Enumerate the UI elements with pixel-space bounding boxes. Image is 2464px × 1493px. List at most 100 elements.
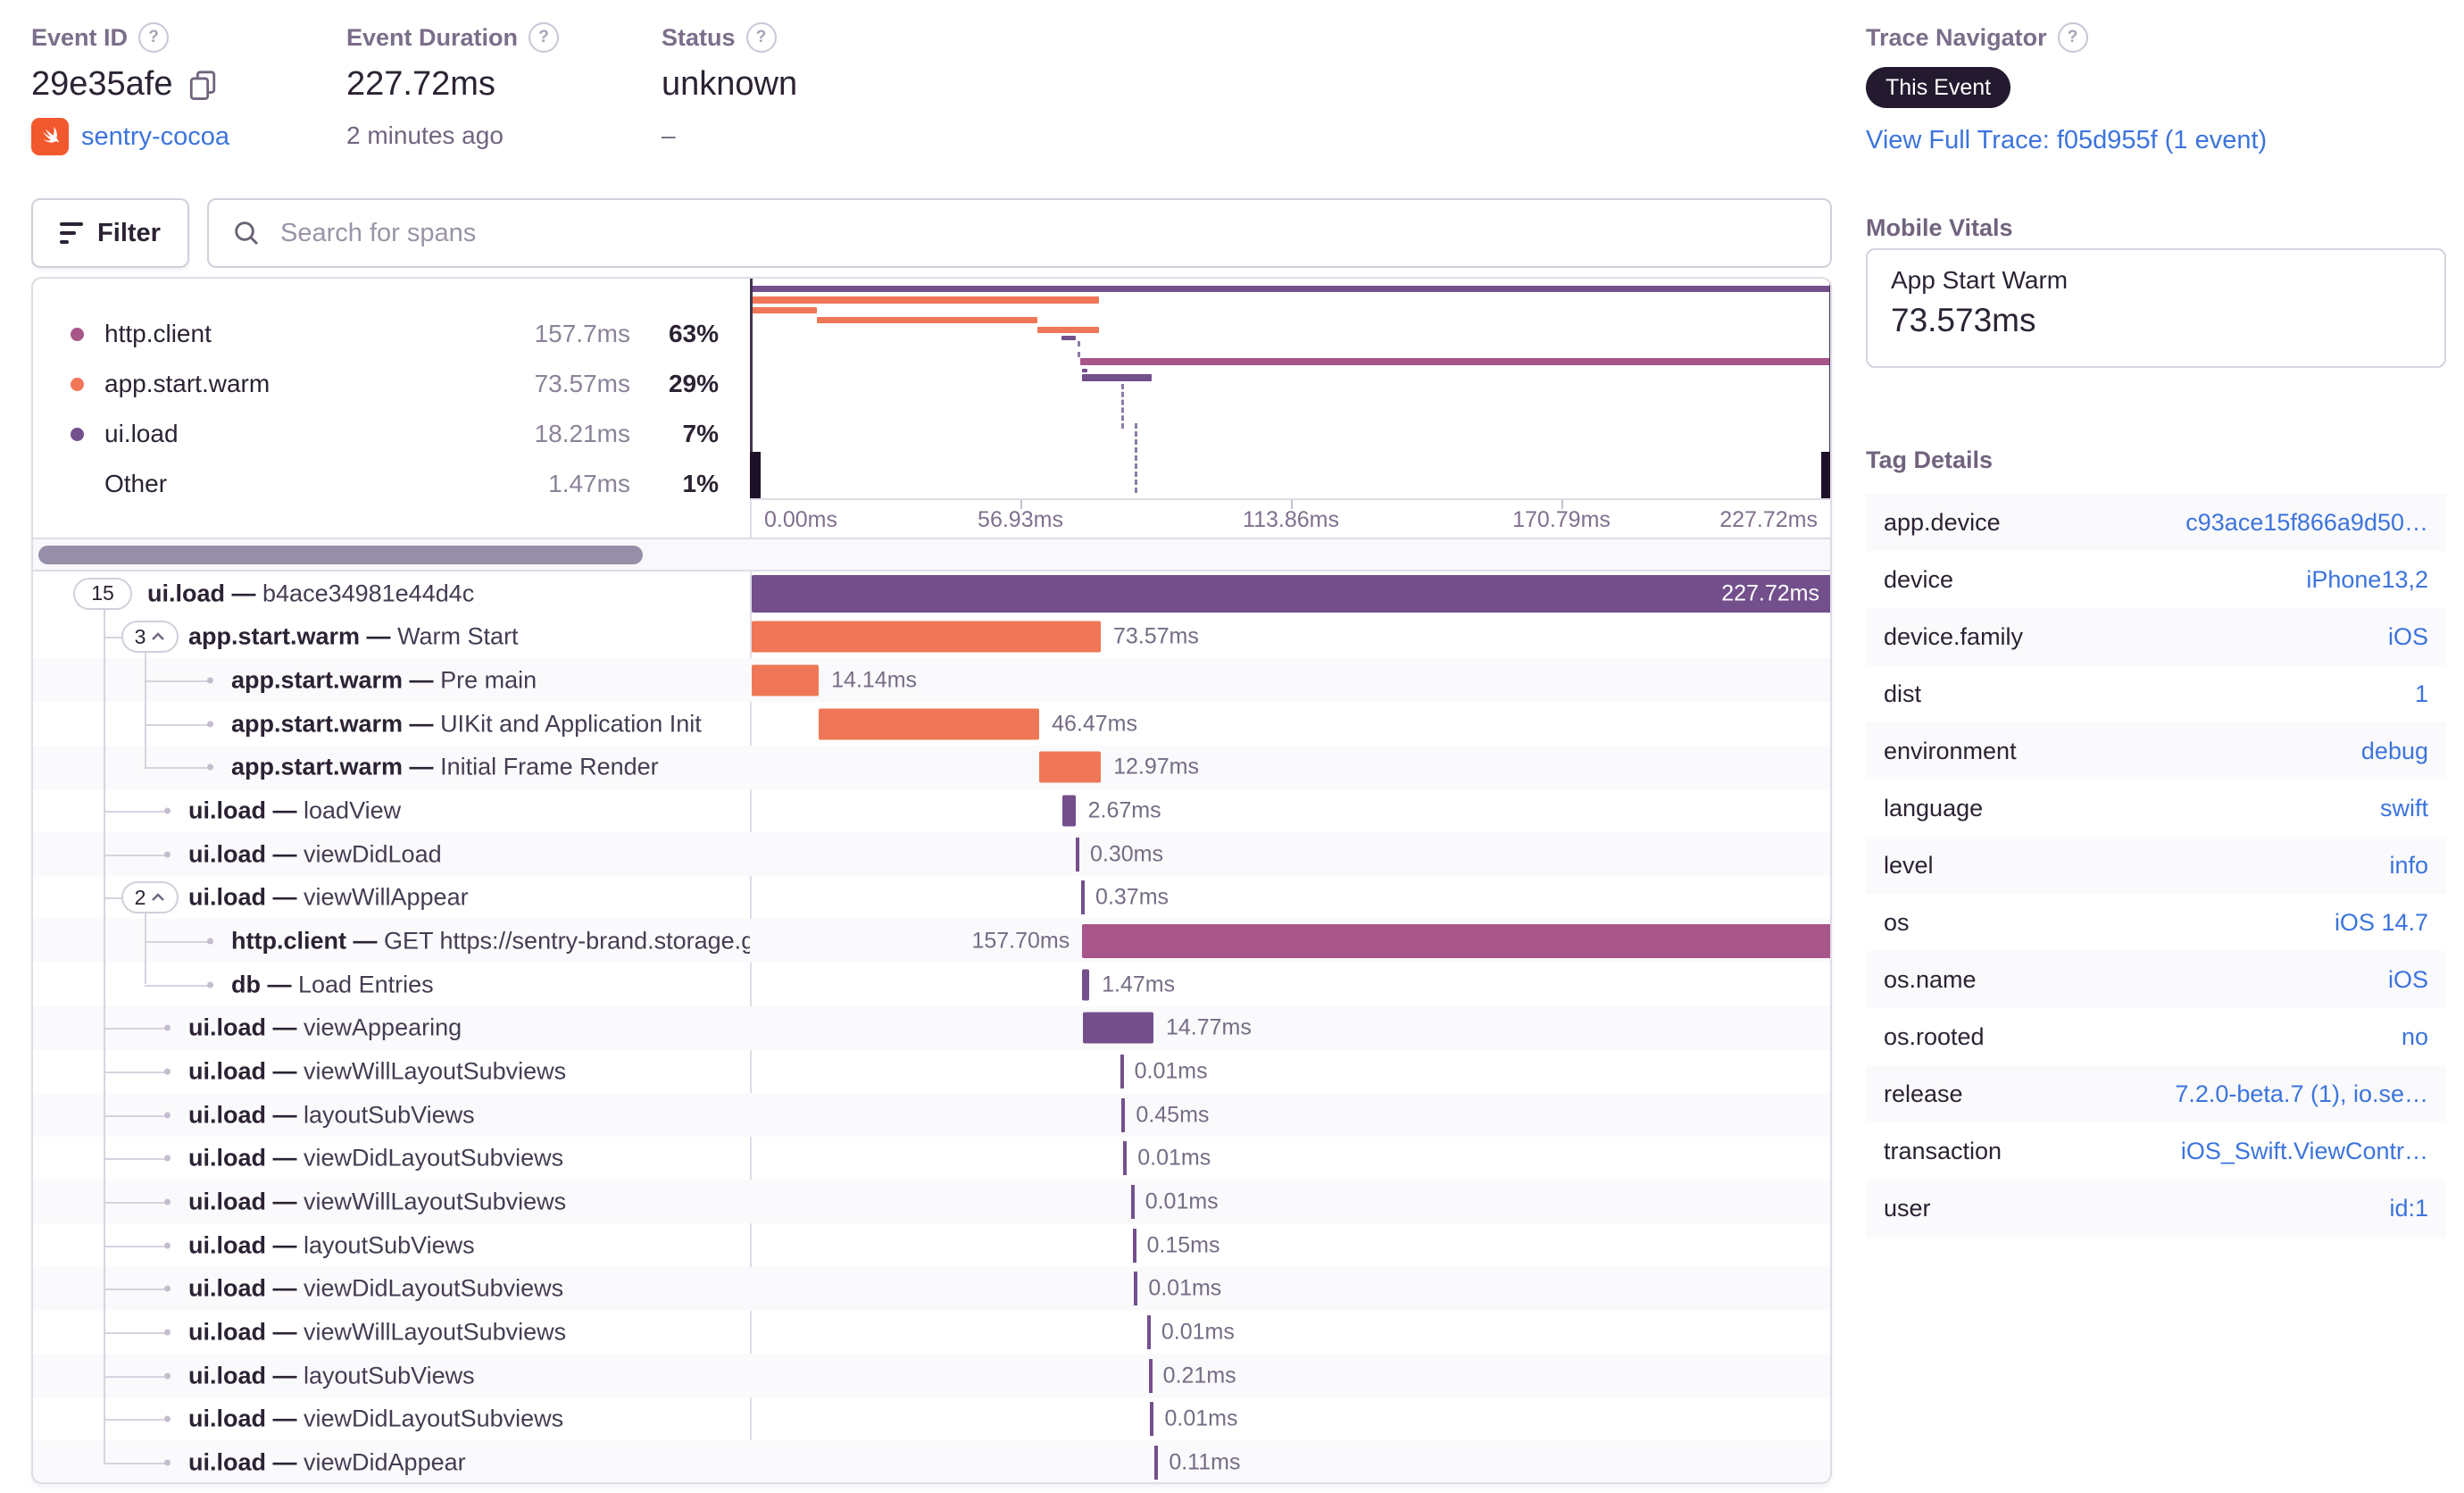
filter-button[interactable]: Filter xyxy=(31,198,189,268)
span-row[interactable]: ui.load — layoutSubViews 0.21ms xyxy=(33,1354,1830,1398)
span-row[interactable]: 2 ui.load — viewWillAppear 0.37ms xyxy=(33,876,1830,920)
span-row[interactable]: app.start.warm — Initial Frame Render 12.… xyxy=(33,745,1830,789)
span-tree-cell: 15 ui.load — b4ace34981e44d4c xyxy=(33,571,750,615)
legend-item[interactable]: http.client 157.7ms 63% xyxy=(33,309,750,359)
span-duration-label: 46.47ms xyxy=(1052,711,1137,736)
span-row[interactable]: app.start.warm — Pre main 14.14ms xyxy=(33,658,1830,703)
span-tree-cell: ui.load — viewWillLayoutSubviews xyxy=(33,1049,750,1093)
tag-row: release 7.2.0-beta.7 (1), io.se… xyxy=(1866,1065,2446,1122)
span-count-badge[interactable]: 15 xyxy=(73,577,132,610)
span-duration-bar[interactable] xyxy=(1082,969,1090,1001)
help-icon[interactable]: ? xyxy=(745,22,777,53)
span-duration-tick[interactable] xyxy=(1148,1358,1153,1393)
tag-value-link[interactable]: swift xyxy=(2380,795,2428,822)
span-row[interactable]: 3 app.start.warm — Warm Start 73.57ms xyxy=(33,615,1830,659)
span-duration-tick[interactable] xyxy=(1076,837,1079,872)
span-duration-tick[interactable] xyxy=(1134,1272,1138,1306)
span-row[interactable]: ui.load — viewDidLayoutSubviews 0.01ms xyxy=(33,1137,1830,1180)
span-row[interactable]: ui.load — viewAppearing 14.77ms xyxy=(33,1005,1830,1050)
tree-elbow-dot xyxy=(164,1459,171,1466)
span-duration-bar[interactable] xyxy=(752,621,1101,653)
span-row[interactable]: http.client — GET https://sentry-brand.s… xyxy=(33,919,1830,963)
span-duration-bar[interactable] xyxy=(819,708,1040,739)
span-duration-bar[interactable] xyxy=(1083,1012,1153,1044)
span-row[interactable]: ui.load — viewDidAppear 0.11ms xyxy=(33,1440,1830,1482)
minimap-left-handle[interactable] xyxy=(750,452,761,498)
trace-minimap[interactable] xyxy=(750,279,1830,498)
span-row[interactable]: ui.load — viewWillLayoutSubviews 0.01ms xyxy=(33,1310,1830,1354)
help-icon[interactable]: ? xyxy=(138,22,170,53)
span-duration-tick[interactable] xyxy=(1123,1141,1128,1176)
span-duration-tick[interactable] xyxy=(1132,1228,1136,1263)
span-duration-label: 0.37ms xyxy=(1095,884,1170,910)
help-icon[interactable]: ? xyxy=(2057,22,2088,53)
span-duration-bar[interactable] xyxy=(1062,795,1076,827)
tag-value-link[interactable]: id:1 xyxy=(2389,1195,2428,1222)
span-duration-bar[interactable] xyxy=(1082,923,1830,958)
span-desc: viewDidLayoutSubviews xyxy=(304,1405,564,1432)
span-op: ui.load — xyxy=(188,1274,304,1302)
span-row[interactable]: ui.load — viewDidLayoutSubviews 0.01ms xyxy=(33,1397,1830,1441)
span-row[interactable]: 15 ui.load — b4ace34981e44d4c 227.72ms xyxy=(33,571,1830,615)
span-duration-tick[interactable] xyxy=(1121,1097,1126,1132)
span-duration-label: 0.01ms xyxy=(1134,1058,1208,1084)
span-row[interactable]: ui.load — viewDidLayoutSubviews 0.01ms xyxy=(33,1266,1830,1311)
tag-value-link[interactable]: debug xyxy=(2361,738,2428,765)
span-duration-tick[interactable] xyxy=(1130,1184,1135,1219)
span-duration-tick[interactable] xyxy=(1081,880,1086,915)
tag-value-link[interactable]: c93ace15f866a9d50… xyxy=(2185,509,2428,537)
span-tree-cell: 2 ui.load — viewWillAppear xyxy=(33,876,750,920)
legend-item[interactable]: Other 1.47ms 1% xyxy=(33,459,750,509)
span-count-badge[interactable]: 2 xyxy=(121,881,179,914)
tag-value-link[interactable]: info xyxy=(2389,852,2428,880)
span-row[interactable]: db — Load Entries 1.47ms xyxy=(33,963,1830,1006)
minimap-right-handle[interactable] xyxy=(1821,452,1830,498)
tag-value-link[interactable]: no xyxy=(2402,1023,2428,1051)
tag-value-link[interactable]: 1 xyxy=(2415,680,2428,708)
span-duration-tick[interactable] xyxy=(1154,1445,1159,1480)
tag-value-link[interactable]: iOS xyxy=(2388,623,2428,651)
span-description: app.start.warm — Warm Start xyxy=(188,623,519,651)
span-row[interactable]: ui.load — viewWillLayoutSubviews 0.01ms xyxy=(33,1180,1830,1224)
span-duration-bar[interactable] xyxy=(752,664,820,696)
span-row[interactable]: ui.load — loadView 2.67ms xyxy=(33,788,1830,832)
tag-value-link[interactable]: iOS_Swift.ViewContr… xyxy=(2181,1138,2428,1165)
badge-count: 2 xyxy=(134,885,146,909)
span-count-badge[interactable]: 3 xyxy=(121,621,179,654)
copy-icon[interactable] xyxy=(187,70,218,100)
span-duration-label: 0.30ms xyxy=(1090,841,1163,867)
span-row[interactable]: ui.load — viewWillLayoutSubviews 0.01ms xyxy=(33,1049,1830,1093)
span-duration-tick[interactable] xyxy=(1120,1054,1124,1088)
tag-value-link[interactable]: iOS xyxy=(2388,966,2428,994)
tree-elbow xyxy=(104,637,121,639)
search-input[interactable] xyxy=(279,217,1807,249)
span-duration-tick[interactable] xyxy=(1150,1402,1154,1437)
legend-item[interactable]: app.start.warm 73.57ms 29% xyxy=(33,359,750,409)
legend-color-dot xyxy=(71,427,84,441)
view-full-trace-link[interactable]: View Full Trace: f05d955f (1 event) xyxy=(1866,126,2267,154)
span-duration-bar[interactable] xyxy=(1039,751,1102,783)
tag-value-link[interactable]: iOS 14.7 xyxy=(2335,909,2428,937)
span-duration-bar[interactable]: 227.72ms xyxy=(752,574,1830,613)
tree-elbow xyxy=(145,940,210,943)
help-icon[interactable]: ? xyxy=(529,22,560,53)
event-duration-label: Event Duration xyxy=(346,23,519,51)
span-row[interactable]: ui.load — layoutSubViews 0.15ms xyxy=(33,1223,1830,1267)
tree-scrollbar-thumb[interactable] xyxy=(38,546,643,564)
span-row[interactable]: ui.load — viewDidLoad 0.30ms xyxy=(33,832,1830,877)
span-duration-tick[interactable] xyxy=(1146,1314,1151,1349)
event-id-value: 29e35afe xyxy=(31,65,173,103)
span-op: ui.load — xyxy=(188,1101,304,1129)
project-link[interactable]: sentry-cocoa xyxy=(81,122,229,152)
tag-row: transaction iOS_Swift.ViewContr… xyxy=(1866,1122,2446,1180)
tag-value-link[interactable]: 7.2.0-beta.7 (1), io.se… xyxy=(2175,1080,2428,1108)
axis-tick-label: 56.93ms xyxy=(978,507,1063,532)
legend-item[interactable]: ui.load 18.21ms 7% xyxy=(33,409,750,459)
span-description: app.start.warm — Initial Frame Render xyxy=(231,754,659,781)
span-row[interactable]: ui.load — layoutSubViews 0.45ms xyxy=(33,1093,1830,1138)
tree-elbow-dot xyxy=(164,1068,171,1075)
tag-value-link[interactable]: iPhone13,2 xyxy=(2306,566,2428,594)
tree-scrollbar-track[interactable] xyxy=(33,538,1830,571)
span-row[interactable]: app.start.warm — UIKit and Application I… xyxy=(33,702,1830,746)
tree-guide-root xyxy=(104,609,105,1463)
